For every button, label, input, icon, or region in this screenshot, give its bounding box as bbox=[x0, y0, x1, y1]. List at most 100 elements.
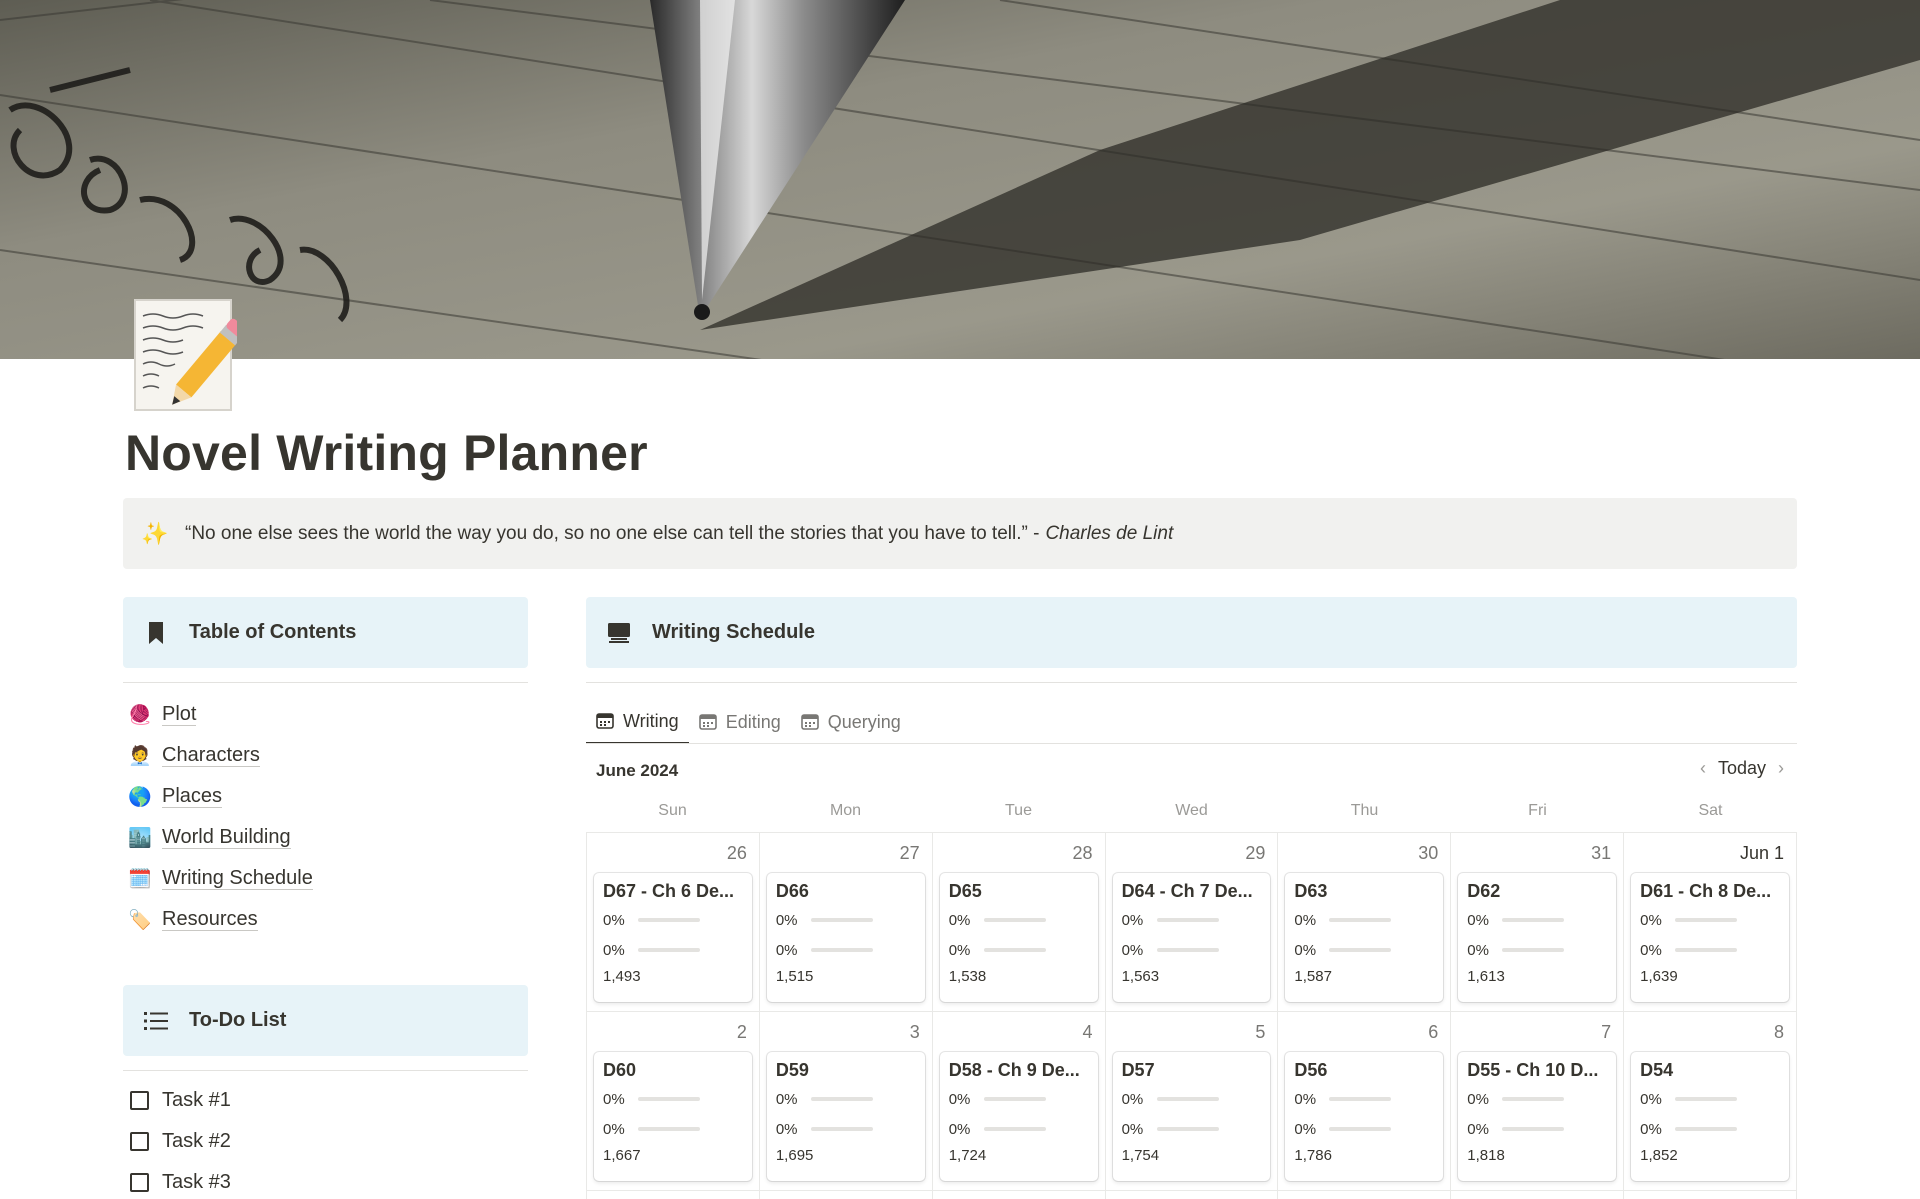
toc-title: Table of Contents bbox=[189, 621, 357, 643]
schedule-card[interactable]: D54 0% 0% 1,852 bbox=[1631, 1052, 1789, 1181]
progress-row: 0% bbox=[603, 905, 743, 935]
calendar-day-cell[interactable] bbox=[933, 1191, 1106, 1199]
schedule-card[interactable]: D58 - Ch 9 De... 0% 0% 1,724 bbox=[939, 1052, 1098, 1181]
todo-label[interactable]: Task #2 bbox=[162, 1130, 231, 1153]
progress-percent: 0% bbox=[1640, 1120, 1662, 1138]
tab-writing[interactable]: Writing bbox=[586, 700, 689, 744]
calendar-day-cell[interactable]: 27 D66 0% 0% 1,515 bbox=[759, 833, 933, 1012]
today-button[interactable]: Today bbox=[1718, 758, 1766, 779]
schedule-card[interactable]: D55 - Ch 10 D... 0% 0% 1,818 bbox=[1458, 1052, 1617, 1181]
calendar-day-cell[interactable]: 4 D58 - Ch 9 De... 0% 0% 1,724 bbox=[932, 1012, 1106, 1191]
toc-item-resources[interactable]: 🏷️ Resources bbox=[128, 899, 313, 940]
word-count: 1,515 bbox=[775, 968, 814, 985]
progress-bar bbox=[1329, 1097, 1392, 1101]
progress-percent: 0% bbox=[603, 941, 625, 959]
calendar-day-cell[interactable]: 3 D59 0% 0% 1,695 bbox=[759, 1012, 933, 1191]
calendar-day-cell[interactable]: 28 D65 0% 0% 1,538 bbox=[932, 833, 1106, 1012]
calendar-day-cell[interactable]: 5 D57 0% 0% 1,754 bbox=[1105, 1012, 1279, 1191]
calendar-day-cell[interactable] bbox=[587, 1191, 760, 1199]
todo-label[interactable]: Task #3 bbox=[162, 1171, 231, 1194]
toc-item-world-building[interactable]: 🏙️ World Building bbox=[128, 817, 313, 858]
chevron-right-icon[interactable]: › bbox=[1766, 758, 1796, 779]
toc-item-label[interactable]: Plot bbox=[162, 703, 197, 726]
calendar-day-cell[interactable]: 26 D67 - Ch 6 De... 0% 0% 1,493 bbox=[587, 833, 760, 1012]
schedule-card[interactable]: D62 0% 0% 1,613 bbox=[1458, 873, 1617, 1002]
calendar-day-cell[interactable]: 30 D63 0% 0% 1,587 bbox=[1278, 833, 1452, 1012]
toc-item-writing-schedule[interactable]: 🗓️ Writing Schedule bbox=[128, 858, 313, 899]
schedule-card[interactable]: D59 0% 0% 1,695 bbox=[766, 1052, 925, 1181]
schedule-header: Writing Schedule bbox=[586, 597, 1797, 668]
todo-checkbox[interactable] bbox=[130, 1091, 149, 1110]
todo-checkbox[interactable] bbox=[130, 1132, 149, 1151]
schedule-card[interactable]: D63 0% 0% 1,587 bbox=[1285, 873, 1444, 1002]
schedule-card[interactable]: D56 0% 0% 1,786 bbox=[1285, 1052, 1444, 1181]
progress-percent: 0% bbox=[1294, 1120, 1317, 1138]
schedule-card[interactable]: D64 - Ch 7 De... 0% 0% 1,563 bbox=[1112, 873, 1271, 1002]
todo-checkbox[interactable] bbox=[130, 1173, 149, 1192]
calendar-day-cell[interactable]: 31 D62 0% 0% 1,613 bbox=[1451, 833, 1625, 1012]
progress-percent: 0% bbox=[1640, 1090, 1662, 1108]
progress-row: 0% bbox=[1122, 1114, 1262, 1144]
word-count: 1,639 bbox=[1640, 968, 1678, 985]
tab-querying[interactable]: Querying bbox=[791, 700, 911, 744]
tab-editing[interactable]: Editing bbox=[689, 700, 791, 744]
toc-item-label[interactable]: Characters bbox=[162, 744, 260, 767]
schedule-card[interactable]: D67 - Ch 6 De... 0% 0% 1,493 bbox=[594, 873, 752, 1002]
quote-text: “No one else sees the world the way you … bbox=[185, 522, 1040, 544]
calendar-day-cell[interactable]: Jun 1 D61 - Ch 8 De... 0% 0% 1,639 bbox=[1624, 833, 1797, 1012]
calendar-day-cell[interactable] bbox=[1278, 1191, 1452, 1199]
calendar-day-cell[interactable] bbox=[1624, 1191, 1797, 1199]
progress-bar bbox=[1502, 1127, 1565, 1131]
chevron-left-icon[interactable]: ‹ bbox=[1688, 758, 1718, 779]
calendar-day-cell[interactable] bbox=[760, 1191, 933, 1199]
schedule-card[interactable]: D60 0% 0% 1,667 bbox=[594, 1052, 752, 1181]
word-count: 1,587 bbox=[1294, 968, 1332, 985]
toc-item-characters[interactable]: 🧑‍💼 Characters bbox=[128, 735, 313, 776]
word-count: 1,786 bbox=[1294, 1147, 1332, 1164]
page-title: Novel Writing Planner bbox=[125, 425, 648, 481]
toc-item-label[interactable]: World Building bbox=[162, 826, 291, 849]
progress-bar bbox=[1156, 1097, 1219, 1101]
calendar-day-cell[interactable]: 7 D55 - Ch 10 D... 0% 0% 1,818 bbox=[1451, 1012, 1625, 1191]
toc-item-plot[interactable]: 🧶 Plot bbox=[128, 694, 313, 735]
tab-label: Editing bbox=[725, 711, 781, 732]
toc-item-label[interactable]: Writing Schedule bbox=[162, 867, 313, 890]
calendar-day-cell[interactable] bbox=[1451, 1191, 1625, 1199]
progress-bar bbox=[1502, 918, 1565, 922]
progress-bar bbox=[1329, 1127, 1392, 1131]
tab-label: Querying bbox=[827, 711, 901, 732]
quote-callout: ✨ “No one else sees the world the way yo… bbox=[123, 498, 1797, 569]
schedule-card[interactable]: D57 0% 0% 1,754 bbox=[1112, 1052, 1271, 1181]
card-title: D64 - Ch 7 De... bbox=[1121, 881, 1253, 901]
toc-item-label[interactable]: Places bbox=[162, 785, 223, 808]
progress-bar bbox=[1329, 948, 1392, 952]
progress-row: 0% bbox=[776, 905, 916, 935]
calendar-view-icon bbox=[596, 713, 614, 729]
calendar-grid: 26 D67 - Ch 6 De... 0% 0% 1,493 27 D66 0% 0% 1,51… bbox=[586, 832, 1797, 1199]
progress-bar bbox=[1329, 918, 1392, 922]
toc-item-label[interactable]: Resources bbox=[162, 908, 258, 931]
memo-pencil-icon[interactable] bbox=[133, 298, 247, 416]
schedule-card[interactable]: D65 0% 0% 1,538 bbox=[939, 873, 1098, 1002]
todo-label[interactable]: Task #1 bbox=[162, 1089, 231, 1112]
calendar-day-cell[interactable]: 6 D56 0% 0% 1,786 bbox=[1278, 1012, 1452, 1191]
weekday-header: Sun Mon Tue Wed Thu Fri Sat bbox=[586, 802, 1797, 820]
progress-bar bbox=[983, 1127, 1046, 1131]
monitor-icon bbox=[606, 620, 632, 646]
progress-row: 0% bbox=[776, 1084, 916, 1114]
calendar-day-cell[interactable]: 8 D54 0% 0% 1,852 bbox=[1624, 1012, 1797, 1191]
progress-percent: 0% bbox=[948, 911, 971, 929]
schedule-card[interactable]: D66 0% 0% 1,515 bbox=[766, 873, 925, 1002]
day-number: 5 bbox=[1255, 1022, 1266, 1042]
toc-item-places[interactable]: 🌎 Places bbox=[128, 776, 313, 817]
progress-row: 0% bbox=[1294, 1114, 1434, 1144]
progress-percent: 0% bbox=[1294, 911, 1317, 929]
progress-row: 0% bbox=[1640, 1084, 1780, 1114]
calendar-day-cell[interactable]: 2 D60 0% 0% 1,667 bbox=[587, 1012, 760, 1191]
calendar-day-cell[interactable]: 29 D64 - Ch 7 De... 0% 0% 1,563 bbox=[1105, 833, 1279, 1012]
schedule-card[interactable]: D61 - Ch 8 De... 0% 0% 1,639 bbox=[1631, 873, 1789, 1002]
cover-image bbox=[0, 0, 1920, 359]
word-count: 1,613 bbox=[1467, 968, 1505, 985]
calendar-day-cell[interactable] bbox=[1106, 1191, 1279, 1199]
card-title: D60 bbox=[603, 1060, 637, 1080]
